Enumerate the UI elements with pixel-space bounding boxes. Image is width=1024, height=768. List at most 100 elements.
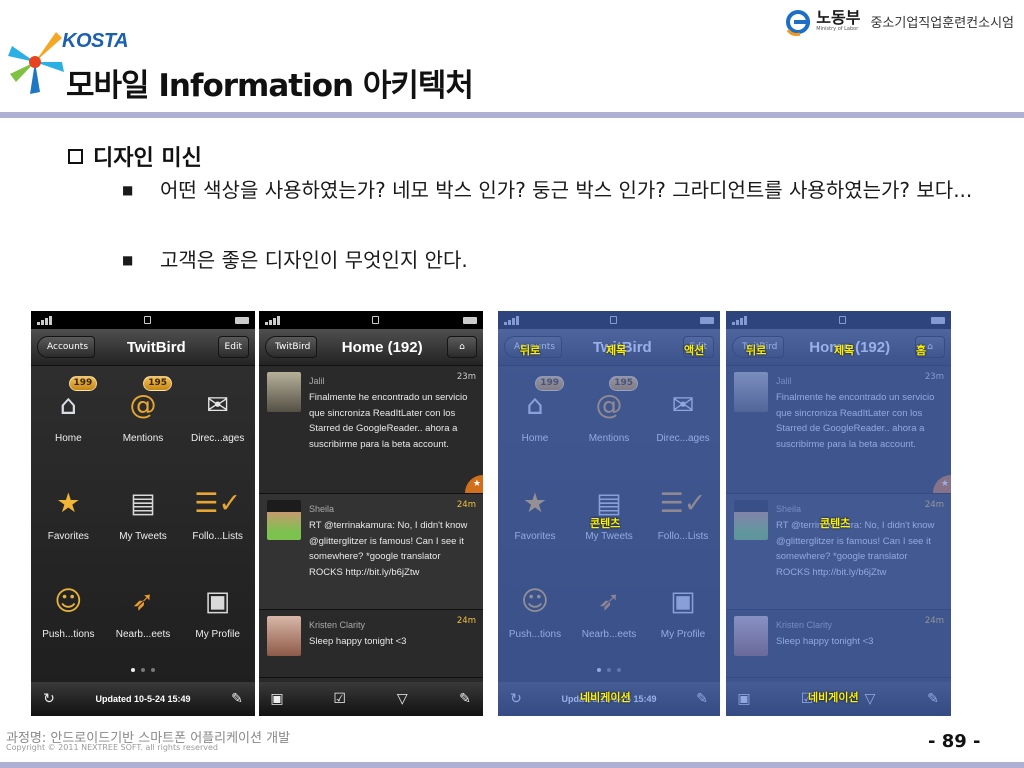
tweet-row[interactable]: Kristen Clarity Sleep happy tonight <3 2… bbox=[259, 610, 483, 678]
filter-icon[interactable]: ▽ bbox=[394, 691, 410, 707]
menu-item-push-notifications[interactable]: ☺ Push...tions bbox=[31, 572, 106, 670]
home-icon: ⌂199 bbox=[49, 376, 98, 424]
tweet-text: Sleep happy tonight <3 bbox=[309, 635, 407, 647]
app-title: TwitBird bbox=[126, 338, 186, 356]
menu-label: Nearb...eets bbox=[115, 629, 171, 640]
checkbox-bullet-icon bbox=[68, 148, 83, 164]
nav-bar: Accounts TwitBird Edit bbox=[31, 329, 255, 366]
annotation-navigation: 네비게이션 bbox=[808, 691, 859, 704]
phone-screen-feed-wireframe: TwitBird Home (192) ⌂ Jalil Finalmente h… bbox=[726, 311, 951, 716]
tweet-user: Kristen Clarity bbox=[309, 620, 366, 630]
tweet-text: Finalmente he encontrado un servicio que… bbox=[309, 391, 468, 451]
menu-item-mentions[interactable]: @195 Mentions bbox=[106, 376, 181, 474]
annotation-home: 홈 bbox=[916, 344, 927, 357]
refresh-icon[interactable]: ↻ bbox=[41, 691, 57, 707]
slide-title: 모바일 Information 아키텍처 bbox=[66, 68, 474, 104]
square-bullet-icon: ■ bbox=[122, 253, 134, 267]
list-check-icon: ☰✓ bbox=[194, 487, 242, 519]
section-heading: 디자인 미신 bbox=[68, 140, 202, 172]
tweet-row[interactable]: Jalil Finalmente he encontrado un servic… bbox=[259, 366, 483, 494]
annotation-navigation: 네비게이션 bbox=[580, 691, 631, 704]
phone-screen-menu-wireframe: Accounts TwitBird Edit ⌂199 Home @195 Me… bbox=[498, 311, 720, 716]
menu-label: My Profile bbox=[195, 629, 240, 640]
tweet-user: Jalil bbox=[309, 376, 325, 386]
battery-icon bbox=[235, 316, 249, 324]
footer-divider bbox=[0, 762, 1024, 768]
tweet-row[interactable]: Sheila RT @terrinakamura: No, I didn't k… bbox=[259, 494, 483, 610]
menu-item-nearby-tweets[interactable]: ➶ Nearb...eets bbox=[106, 572, 181, 670]
checkbox-tab-icon[interactable]: ☑ bbox=[332, 691, 348, 707]
lock-icon bbox=[371, 316, 379, 324]
avatar bbox=[267, 500, 301, 540]
bottom-toolbar: ↻ Updated 10-5-24 15:49 ✎ bbox=[31, 682, 255, 716]
header-divider bbox=[0, 112, 1024, 118]
ministry-name-en: Ministry of Labor bbox=[816, 26, 859, 32]
compass-icon: ➶ bbox=[131, 585, 155, 617]
bullet-text: 고객은 좋은 디자인이 무엇인지 안다. bbox=[160, 248, 468, 272]
star-icon: ★ bbox=[56, 487, 81, 519]
copyright: Copyright © 2011 NEXTREE SOFT. all right… bbox=[6, 743, 218, 752]
annotation-content: 콘텐츠 bbox=[820, 517, 851, 530]
program-name: 중소기업직업훈련컨소시엄 bbox=[870, 15, 1014, 31]
menu-label: Home bbox=[54, 433, 82, 444]
status-bar bbox=[259, 311, 483, 329]
status-bar bbox=[31, 311, 255, 329]
heading-text: 디자인 미신 bbox=[93, 146, 202, 171]
compose-icon[interactable]: ✎ bbox=[229, 691, 245, 707]
square-bullet-icon: ■ bbox=[122, 183, 134, 197]
menu-label: My Tweets bbox=[119, 531, 167, 542]
menu-label: Push...tions bbox=[42, 629, 95, 640]
annotation-back: 뒤로 bbox=[520, 344, 541, 357]
compose-icon[interactable]: ✎ bbox=[457, 691, 473, 707]
ministry-name: 노동부 bbox=[816, 8, 861, 27]
phone-screen-feed: TwitBird Home (192) ⌂ Jalil Finalmente h… bbox=[259, 311, 483, 716]
battery-icon bbox=[463, 316, 477, 324]
kosta-wordmark: KOSTA bbox=[62, 30, 129, 52]
ministry-emblem-icon bbox=[786, 10, 811, 36]
signal-icon bbox=[265, 315, 287, 325]
bullet-text: 어떤 색상을 사용하였는가? 네모 박스 인가? 둥근 박스 인가? 그라디언트… bbox=[160, 178, 973, 202]
annotation-title: 제목 bbox=[606, 344, 627, 357]
tweet-text: RT @terrinakamura: No, I didn't know @gl… bbox=[309, 519, 468, 579]
annotation-title: 제목 bbox=[834, 344, 855, 357]
tweet-time: 24m bbox=[456, 616, 476, 626]
annotation-back: 뒤로 bbox=[746, 344, 767, 357]
tweet-tab-icon[interactable]: ▣ bbox=[269, 691, 285, 707]
tweet-user: Sheila bbox=[309, 504, 335, 514]
wireframe-overlay bbox=[498, 311, 720, 716]
phone-screen-menu: Accounts TwitBird Edit ⌂ 199 Home @195 Me… bbox=[31, 311, 255, 716]
menu-grid: ⌂199 Home @195 Mentions ✉ Direc...ages ★… bbox=[31, 366, 255, 684]
menu-item-my-tweets[interactable]: ▤ My Tweets bbox=[106, 474, 181, 572]
menu-label: Favorites bbox=[47, 531, 89, 542]
kosta-logo bbox=[8, 32, 64, 94]
menu-item-follow-lists[interactable]: ☰✓ Follo...Lists bbox=[180, 474, 255, 572]
menu-label: Follo...Lists bbox=[192, 531, 243, 542]
ministry-logo: 노동부 Ministry of Labor 중소기업직업훈련컨소시엄 bbox=[784, 6, 1014, 36]
bullet-item: ■ 어떤 색상을 사용하였는가? 네모 박스 인가? 둥근 박스 인가? 그라디… bbox=[122, 176, 1002, 204]
edit-button[interactable]: Edit bbox=[217, 336, 249, 358]
annotation-action: 액션 bbox=[684, 344, 705, 357]
unread-badge: 199 bbox=[68, 376, 98, 391]
twitbird-back-button[interactable]: TwitBird bbox=[265, 336, 318, 358]
menu-item-my-profile[interactable]: ▣ My Profile bbox=[180, 572, 255, 670]
nav-bar: TwitBird Home (192) ⌂ bbox=[259, 329, 483, 366]
menu-item-direct-messages[interactable]: ✉ Direc...ages bbox=[180, 376, 255, 474]
signal-icon bbox=[37, 315, 59, 325]
unread-badge: 195 bbox=[143, 376, 172, 391]
menu-item-favorites[interactable]: ★ Favorites bbox=[31, 474, 106, 572]
accounts-button[interactable]: Accounts bbox=[37, 336, 96, 358]
avatar bbox=[267, 616, 301, 656]
bottom-toolbar: ▣ ☑ ▽ ✎ bbox=[259, 682, 483, 716]
smiley-icon: ☺ bbox=[54, 585, 83, 617]
bullet-item: ■ 고객은 좋은 디자인이 무엇인지 안다. bbox=[122, 246, 468, 274]
menu-item-home[interactable]: ⌂199 Home bbox=[31, 376, 106, 474]
lock-icon bbox=[143, 316, 151, 324]
wireframe-overlay bbox=[726, 311, 951, 716]
envelope-icon: ✉ bbox=[206, 389, 229, 421]
tweet-time: 24m bbox=[456, 500, 476, 510]
at-icon: @195 bbox=[124, 376, 172, 424]
tweet-list: Jalil Finalmente he encontrado un servic… bbox=[259, 366, 483, 678]
id-card-icon: ▣ bbox=[204, 585, 231, 617]
home-icon[interactable]: ⌂ bbox=[447, 336, 477, 358]
tweet-time: 23m bbox=[456, 372, 476, 382]
